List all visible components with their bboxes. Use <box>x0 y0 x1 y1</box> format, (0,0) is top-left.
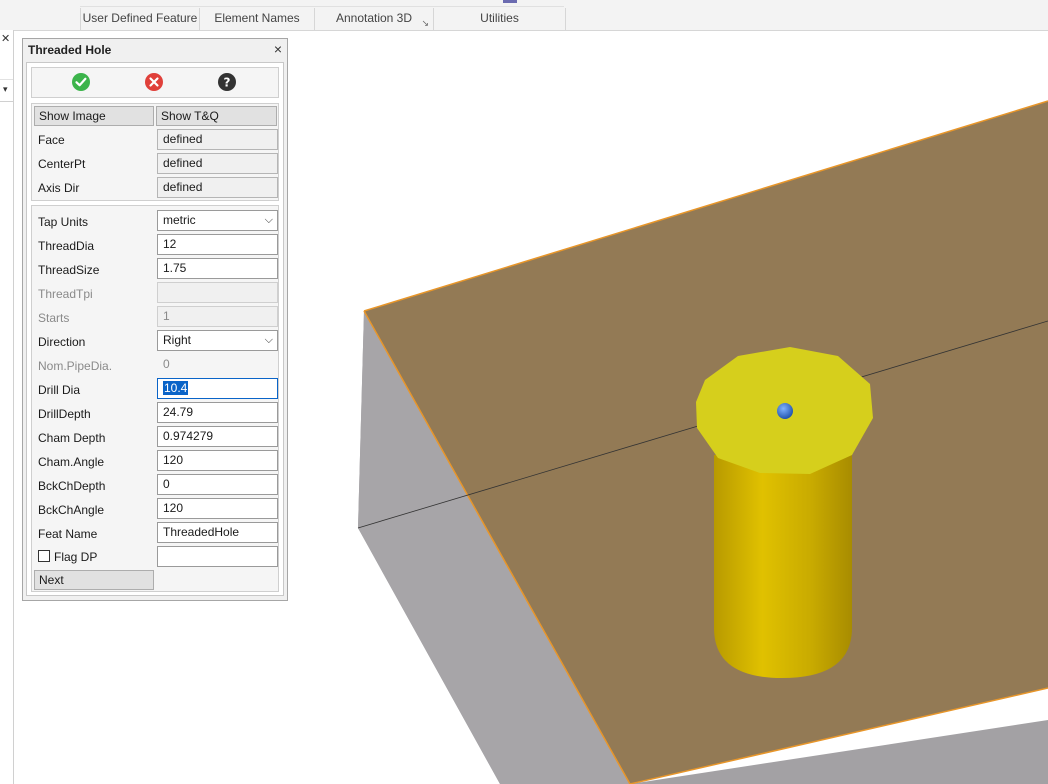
selection-section: Show Image Show T&Q Face defined CenterP… <box>31 103 279 201</box>
tap-units-select[interactable]: metric ⌵ <box>157 210 278 231</box>
cham-angle-label: Cham.Angle <box>38 455 105 469</box>
bckchdepth-input[interactable]: 0 <box>157 474 278 495</box>
flag-dp-checkbox[interactable] <box>38 550 50 562</box>
centerpt-label: CenterPt <box>38 157 86 171</box>
direction-select[interactable]: Right ⌵ <box>157 330 278 351</box>
tap-units-label: Tap Units <box>38 215 89 229</box>
cham-depth-label: Cham Depth <box>38 431 106 445</box>
drilldepth-input[interactable]: 24.79 <box>157 402 278 423</box>
threaddia-label: ThreadDia <box>38 239 95 253</box>
threadsize-input[interactable]: 1.75 <box>157 258 278 279</box>
drill-dia-selected-text: 10.4 <box>163 381 189 395</box>
dialog-icon-bar: ? <box>31 67 279 98</box>
nompipedia-input: 0 <box>157 354 278 375</box>
bckchdepth-label: BckChDepth <box>38 479 106 493</box>
flag-dp-input[interactable] <box>157 546 278 567</box>
flag-dp-label: Flag DP <box>54 550 98 564</box>
bckchangle-input[interactable]: 120 <box>157 498 278 519</box>
cancel-icon[interactable] <box>145 73 163 91</box>
ok-icon[interactable] <box>72 73 90 91</box>
axis-dir-field[interactable]: defined <box>157 177 278 198</box>
feat-name-label: Feat Name <box>38 527 98 541</box>
starts-input: 1 <box>157 306 278 327</box>
threaddia-input[interactable]: 12 <box>157 234 278 255</box>
face-field[interactable]: defined <box>157 129 278 150</box>
help-icon[interactable]: ? <box>218 73 236 91</box>
bckchangle-label: BckChAngle <box>38 503 105 517</box>
drill-dia-input[interactable]: 10.4 <box>157 378 278 399</box>
show-image-button[interactable]: Show Image <box>34 106 154 126</box>
next-button[interactable]: Next <box>34 570 154 590</box>
face-label: Face <box>38 133 65 147</box>
parameters-section: Tap Units metric ⌵ ThreadDia 12 ThreadSi… <box>31 205 279 592</box>
chevron-down-icon: ⌵ <box>264 334 273 346</box>
cham-angle-input[interactable]: 120 <box>157 450 278 471</box>
dialog-body: ? Show Image Show T&Q Face defined Cente… <box>26 62 284 596</box>
centerpt-field[interactable]: defined <box>157 153 278 174</box>
threadsize-label: ThreadSize <box>38 263 100 277</box>
close-icon[interactable]: × <box>274 41 282 57</box>
svg-text:?: ? <box>224 76 231 90</box>
center-point-marker <box>777 403 793 419</box>
nompipedia-label: Nom.PipeDia. <box>38 359 113 373</box>
starts-label: Starts <box>38 311 70 325</box>
chevron-down-icon: ⌵ <box>264 214 273 226</box>
threadtpi-input <box>157 282 278 303</box>
thread-cylinder-body <box>714 455 852 678</box>
show-tq-button[interactable]: Show T&Q <box>156 106 277 126</box>
direction-value: Right <box>163 333 192 347</box>
axis-dir-label: Axis Dir <box>38 181 80 195</box>
tap-units-value: metric <box>163 213 196 227</box>
threadtpi-label: ThreadTpi <box>38 287 93 301</box>
cham-depth-input[interactable]: 0.974279 <box>157 426 278 447</box>
feat-name-input[interactable]: ThreadedHole <box>157 522 278 543</box>
dialog-title: Threaded Hole <box>28 43 112 57</box>
direction-label: Direction <box>38 335 86 349</box>
threaded-hole-dialog: Threaded Hole × ? Show Image Show T&Q Fa… <box>22 38 288 601</box>
drill-dia-label: Drill Dia <box>38 383 80 397</box>
drilldepth-label: DrillDepth <box>38 407 91 421</box>
